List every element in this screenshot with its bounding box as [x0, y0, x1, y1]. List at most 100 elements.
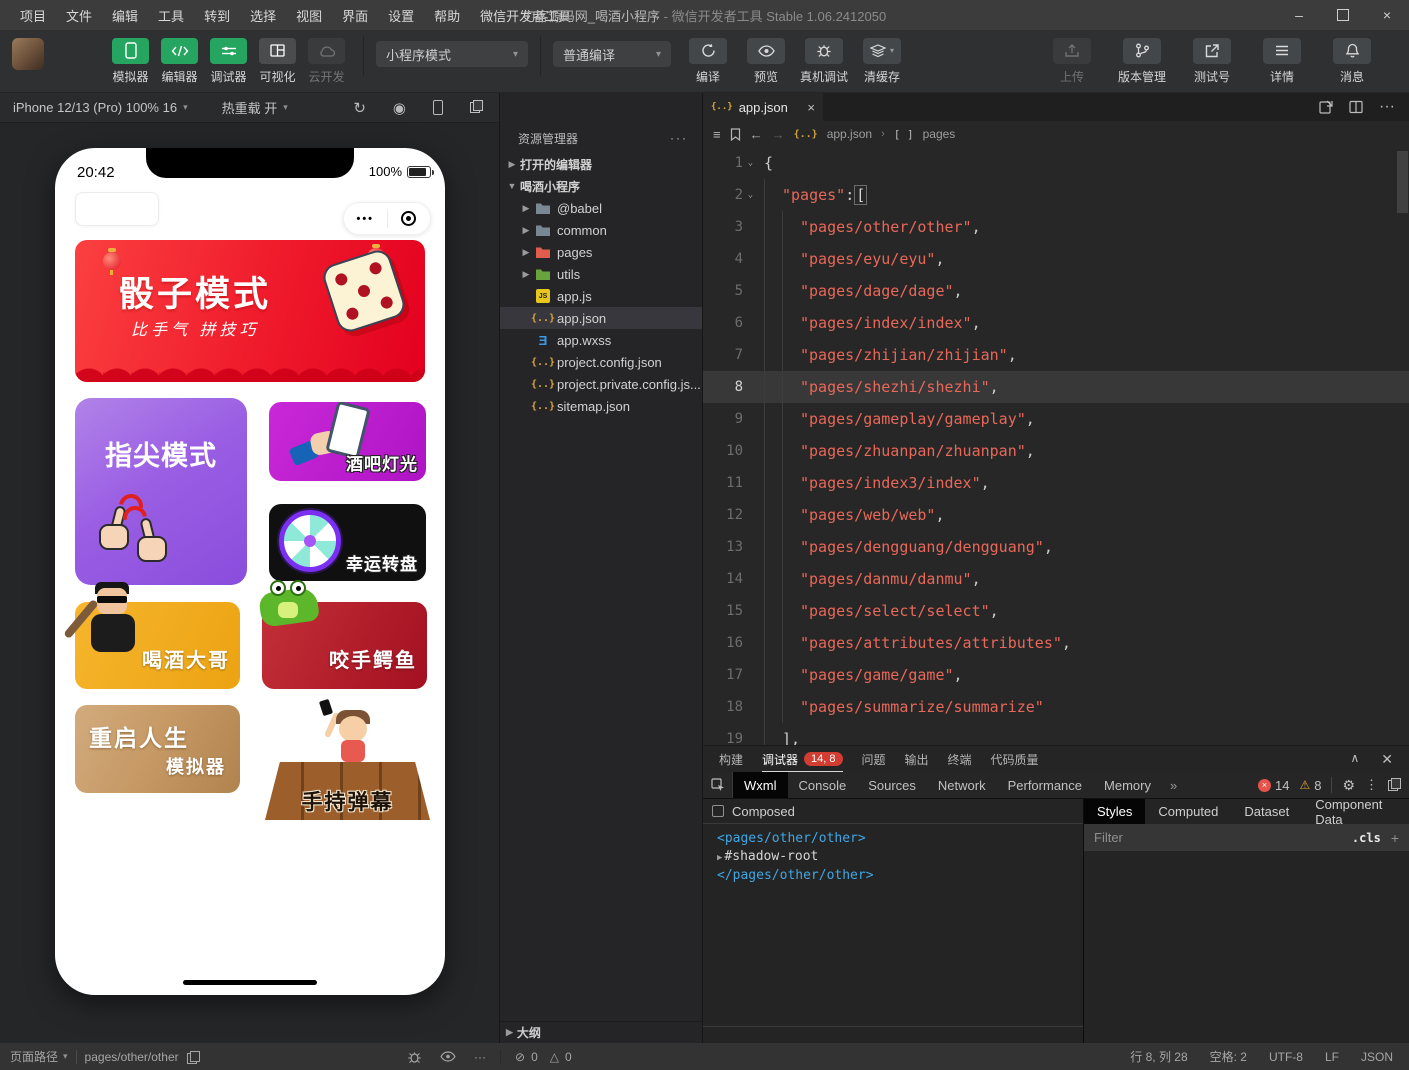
code-line-3[interactable]: 3"pages/other/other",	[703, 211, 1409, 243]
console-error-count[interactable]: × 14	[1258, 778, 1289, 793]
language-mode[interactable]: JSON	[1361, 1050, 1393, 1064]
forward-icon[interactable]: →	[772, 127, 785, 142]
code-line-2[interactable]: 2⌄"pages": [	[703, 179, 1409, 211]
element-open-tag[interactable]: <pages/other/other>	[717, 830, 1083, 848]
breadcrumb-node[interactable]: pages	[923, 127, 956, 141]
close-icon[interactable]: ×	[807, 100, 815, 115]
folder-pages[interactable]: ▶pages	[500, 241, 702, 263]
menu-3[interactable]: 编辑	[102, 6, 148, 25]
menu-1[interactable]: 项目	[10, 6, 56, 25]
preview-eye-icon[interactable]	[440, 1051, 456, 1062]
code-line-10[interactable]: 10"pages/zhuanpan/zhuanpan",	[703, 435, 1409, 467]
menu-5[interactable]: 转到	[194, 6, 240, 25]
eol-setting[interactable]: LF	[1325, 1050, 1339, 1064]
code-line-17[interactable]: 17"pages/game/game",	[703, 659, 1409, 691]
back-icon[interactable]: ←	[750, 127, 763, 142]
new-style-rule-icon[interactable]: +	[1391, 830, 1399, 846]
styles-tab-styles[interactable]: Styles	[1084, 799, 1145, 824]
code-line-4[interactable]: 4"pages/eyu/eyu",	[703, 243, 1409, 275]
bug-button[interactable]: 真机调试	[795, 38, 853, 85]
more-actions-icon[interactable]: ···	[670, 131, 688, 145]
menu-7[interactable]: 视图	[286, 6, 332, 25]
tile-biting-crocodile[interactable]: 咬手鳄鱼	[262, 602, 427, 689]
devtools-tab-network[interactable]: Network	[927, 772, 997, 798]
page-path-selector[interactable]: 页面路径 ▾	[10, 1048, 68, 1065]
external-button[interactable]: 测试号	[1181, 38, 1243, 85]
menu-4[interactable]: 工具	[148, 6, 194, 25]
file-project.config.json[interactable]: {..}project.config.json	[500, 351, 702, 373]
vconsole-bug-icon[interactable]	[407, 1050, 422, 1064]
record-icon[interactable]: ◉	[393, 99, 406, 117]
file-app.json[interactable]: {..}app.json	[500, 307, 702, 329]
capsule-close-icon[interactable]	[388, 211, 431, 226]
code-line-6[interactable]: 6"pages/index/index",	[703, 307, 1409, 339]
tool-grid-button[interactable]: 可视化	[253, 38, 302, 85]
hamburger-button[interactable]: 详情	[1251, 38, 1313, 85]
file-app.js[interactable]: JSapp.js	[500, 285, 702, 307]
tile-drinking-bro[interactable]: 喝酒大哥	[75, 602, 240, 689]
styles-tab-dataset[interactable]: Dataset	[1231, 799, 1302, 824]
rotate-refresh-icon[interactable]: ↻	[353, 99, 366, 117]
folder-common[interactable]: ▶common	[500, 219, 702, 241]
tile-handheld-danmaku[interactable]: 手持弹幕	[265, 700, 430, 820]
close-button[interactable]: ×	[1365, 0, 1409, 30]
kebab-menu-icon[interactable]: ⋮	[1365, 777, 1378, 793]
upload-button[interactable]: 上传	[1041, 38, 1103, 85]
code-line-19[interactable]: 19],	[703, 723, 1409, 745]
breadcrumb-file[interactable]: app.json	[827, 127, 872, 141]
folder-utils[interactable]: ▶utils	[500, 263, 702, 285]
device-selector[interactable]: iPhone 12/13 (Pro) 100% 16 ▾	[0, 100, 188, 115]
code-line-13[interactable]: 13"pages/dengguang/dengguang",	[703, 531, 1409, 563]
devtools-tab-performance[interactable]: Performance	[997, 772, 1093, 798]
open-preview-icon[interactable]	[1319, 100, 1333, 114]
folder-@babel[interactable]: ▶@babel	[500, 197, 702, 219]
composed-checkbox[interactable]	[712, 805, 724, 817]
console-warning-count[interactable]: ⚠ 8	[1299, 778, 1321, 793]
capsule-more-icon[interactable]: •••	[344, 213, 387, 225]
code-line-12[interactable]: 12"pages/web/web",	[703, 499, 1409, 531]
cls-toggle[interactable]: .cls	[1352, 831, 1381, 845]
code-line-18[interactable]: 18"pages/summarize/summarize"	[703, 691, 1409, 723]
cursor-position[interactable]: 行 8, 列 28	[1130, 1048, 1187, 1065]
outline-section[interactable]: ▶ 大纲	[500, 1021, 702, 1043]
code-line-9[interactable]: 9"pages/gameplay/gameplay",	[703, 403, 1409, 435]
tree-section--[interactable]: ▶打开的编辑器	[500, 153, 702, 175]
code-line-11[interactable]: 11"pages/index3/index",	[703, 467, 1409, 499]
layers-button[interactable]: ▾清缓存	[853, 38, 911, 85]
collapse-panel-icon[interactable]: ∧	[1350, 751, 1359, 768]
tab-app-json[interactable]: {..} app.json ×	[703, 93, 823, 121]
indentation-setting[interactable]: 空格: 2	[1210, 1048, 1247, 1065]
code-line-7[interactable]: 7"pages/zhijian/zhijian",	[703, 339, 1409, 371]
outline-list-icon[interactable]: ≡	[713, 127, 721, 142]
encoding-setting[interactable]: UTF-8	[1269, 1050, 1303, 1064]
panel-tab-输出[interactable]: 输出	[905, 746, 929, 772]
code-editor[interactable]: 1⌄{2⌄"pages": [3"pages/other/other",4"pa…	[703, 147, 1409, 745]
hot-reload-toggle[interactable]: 热重载 开 ▾	[222, 98, 288, 117]
devtools-tab-memory[interactable]: Memory	[1093, 772, 1162, 798]
mode-select-dropdown[interactable]: 小程序模式 ▾	[376, 41, 528, 67]
devtools-tab-sources[interactable]: Sources	[857, 772, 927, 798]
code-line-16[interactable]: 16"pages/attributes/attributes",	[703, 627, 1409, 659]
panel-tab-终端[interactable]: 终端	[948, 746, 972, 772]
tool-cloud-button[interactable]: 云开发	[302, 38, 351, 85]
avatar[interactable]	[12, 38, 44, 70]
code-line-8[interactable]: 8"pages/shezhi/shezhi",	[703, 371, 1409, 403]
copy-path-icon[interactable]	[187, 1051, 198, 1063]
code-line-14[interactable]: 14"pages/danmu/danmu",	[703, 563, 1409, 595]
element-close-tag[interactable]: </pages/other/other>	[717, 867, 1083, 885]
inspect-element-icon[interactable]	[703, 772, 733, 798]
settings-gear-icon[interactable]: ⚙	[1342, 777, 1355, 794]
tile-fingertip-mode[interactable]: 指尖模式	[75, 398, 247, 585]
menu-9[interactable]: 设置	[378, 6, 424, 25]
multi-window-icon[interactable]	[470, 99, 481, 116]
device-frame-icon[interactable]	[433, 100, 443, 115]
more-tabs-icon[interactable]: »	[1162, 772, 1185, 798]
close-panel-icon[interactable]: ✕	[1381, 751, 1393, 768]
devtools-tab-console[interactable]: Console	[788, 772, 858, 798]
tile-lucky-wheel[interactable]: 幸运转盘	[269, 504, 426, 581]
problems-summary[interactable]: ⊘ 0 △ 0	[500, 1050, 703, 1064]
maximize-button[interactable]	[1321, 0, 1365, 30]
branch-button[interactable]: 版本管理	[1111, 38, 1173, 85]
more-actions-icon[interactable]: ···	[474, 1050, 486, 1064]
styles-tab-computed[interactable]: Computed	[1145, 799, 1231, 824]
